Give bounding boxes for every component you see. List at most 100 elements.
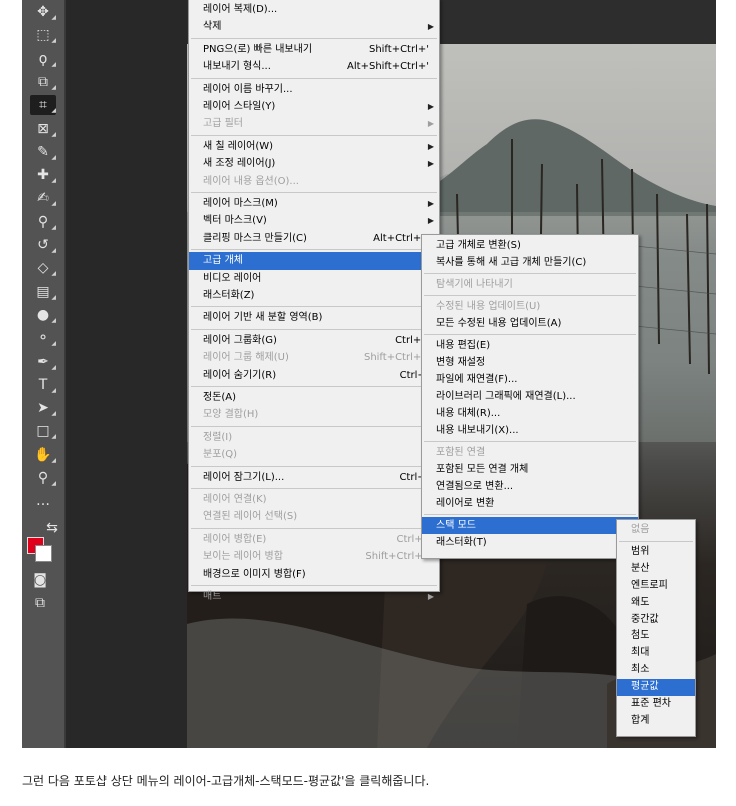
brush-icon[interactable]: ✍ ◢: [30, 188, 56, 208]
layer-menu-item-label: 레이어 내용 옵션(O)...: [203, 175, 299, 187]
layer-menu-item[interactable]: 레이어 기반 새 분할 영역(B): [189, 309, 439, 326]
stack-mode-menu-item[interactable]: 범위: [617, 544, 695, 561]
eraser-icon[interactable]: ◇ ◢: [30, 258, 56, 278]
hand-icon[interactable]: ✋ ◢: [30, 445, 56, 465]
object-select-icon[interactable]: ⧉ ◢: [30, 72, 56, 92]
move-icon[interactable]: ✥ ◢: [30, 2, 56, 22]
smart-object-menu-item[interactable]: 연결됨으로 변환...: [422, 478, 638, 495]
stack-mode-menu-item[interactable]: 중간값: [617, 612, 695, 629]
layer-menu-item[interactable]: 내보내기 형식... Alt+Shift+Ctrl+': [189, 58, 439, 75]
dodge-icon[interactable]: ⚬ ◢: [30, 328, 56, 348]
layer-menu-item[interactable]: 삭제 ▶: [189, 18, 439, 35]
type-icon[interactable]: T ◢: [30, 375, 56, 395]
smart-object-menu-item-label: 연결됨으로 변환...: [436, 481, 514, 492]
layer-menu-separator: [191, 328, 437, 330]
layer-menu-item-label: 모양 결합(H): [203, 409, 259, 421]
smart-object-menu-item[interactable]: 포함된 모든 연결 개체: [422, 461, 638, 478]
tool-group-corner-icon: ◢: [51, 363, 56, 371]
layer-menu-item[interactable]: 레이어 숨기기(R) Ctrl+,: [189, 367, 439, 384]
layer-menu-item[interactable]: 레이어 복제(D)...: [189, 1, 439, 18]
stack-mode-menu-item[interactable]: 평균값: [617, 679, 695, 696]
layer-menu-item[interactable]: 레이어 잠그기(L)... Ctrl+/: [189, 469, 439, 486]
blur-icon-glyph: ●: [36, 306, 50, 323]
layer-menu-item[interactable]: 레이어 그룹화(G) Ctrl+G: [189, 332, 439, 349]
layer-menu-separator: [191, 306, 437, 308]
stack-mode-menu-item-label: 왜도: [631, 596, 650, 608]
layer-menu-item-label: 연결된 레이어 선택(S): [203, 511, 298, 523]
layer-menu-item[interactable]: 비디오 레이어▶: [189, 270, 439, 287]
history-brush-icon[interactable]: ↺ ◢: [30, 235, 56, 255]
smart-object-menu-item[interactable]: 레이어로 변환: [422, 495, 638, 512]
stack-mode-menu-item[interactable]: 합계: [617, 713, 695, 730]
clone-stamp-icon[interactable]: ⚲ ◢: [30, 212, 56, 232]
blur-icon[interactable]: ● ◢: [30, 305, 56, 325]
layer-menu-item[interactable]: 벡터 마스크(V) ▶: [189, 212, 439, 229]
tool-group-corner-icon: ◢: [51, 153, 56, 161]
stack-mode-menu-item[interactable]: 표준 편차: [617, 696, 695, 713]
layer-menu-separator: [191, 465, 437, 467]
marquee-icon[interactable]: ⬚ ◢: [30, 25, 56, 45]
pen-icon[interactable]: ✒ ◢: [30, 352, 56, 372]
stack-mode-menu-item[interactable]: 엔트로피: [617, 578, 695, 595]
rectangle-icon[interactable]: □ ◢: [30, 421, 56, 441]
stack-mode-menu-separator: [619, 540, 693, 542]
layer-menu-item[interactable]: 레이어 마스크(M) ▶: [189, 195, 439, 212]
layer-menu-item-label: 레이어 그룹 해제(U): [203, 352, 289, 364]
tool-group-corner-icon: ◢: [51, 247, 56, 254]
layer-menu-separator: [191, 37, 437, 39]
smart-object-menu-item[interactable]: 복사를 통해 새 고급 개체 만들기(C): [422, 254, 638, 271]
layer-menu-item[interactable]: 고급 개체▶: [189, 252, 439, 270]
smart-object-menu-item[interactable]: 내용 대체(R)...: [422, 405, 638, 422]
tool-group-corner-icon: ◢: [51, 433, 56, 441]
zoom-icon[interactable]: ⚲ ◢: [30, 468, 56, 488]
path-select-icon[interactable]: ➤ ◢: [30, 398, 56, 418]
background-color-swatch[interactable]: [35, 545, 52, 562]
layer-menu-item[interactable]: 정돈(A)▶: [189, 389, 439, 406]
stack-mode-menu-item[interactable]: 분산: [617, 561, 695, 578]
swap-colors-icon[interactable]: ⇆: [42, 518, 62, 538]
layer-menu-separator: [191, 527, 437, 529]
eyedropper-icon[interactable]: ✎ ◢: [30, 142, 56, 162]
layer-menu-item[interactable]: 래스터화(Z)▶: [189, 287, 439, 304]
smart-object-menu-item[interactable]: 스택 모드▶: [422, 517, 638, 534]
layer-menu-item[interactable]: 새 조정 레이어(J) ▶: [189, 155, 439, 172]
stack-mode-menu-item[interactable]: 최대: [617, 645, 695, 662]
healing-brush-icon[interactable]: ✚ ◢: [30, 165, 56, 185]
smart-object-menu-item[interactable]: 라이브러리 그래픽에 재연결(L)...: [422, 388, 638, 405]
layer-menu-item[interactable]: 레이어 이름 바꾸기...: [189, 81, 439, 98]
tool-group-corner-icon: ◢: [51, 60, 56, 68]
stack-mode-menu-item[interactable]: 첨도: [617, 628, 695, 645]
stack-mode-menu-item[interactable]: 왜도: [617, 595, 695, 612]
more-tools-icon-glyph: …: [36, 493, 50, 510]
gradient-icon[interactable]: ▤ ◢: [30, 282, 56, 302]
layer-menu-item-label: 분포(Q): [203, 449, 238, 461]
layer-menu-separator: [191, 585, 437, 586]
layer-menu-separator: [191, 134, 437, 136]
frame-icon[interactable]: ⊠ ◢: [30, 119, 56, 139]
tool-group-corner-icon: ◢: [51, 223, 56, 231]
rectangle-icon-glyph: □: [36, 423, 50, 440]
object-select-icon-glyph: ⧉: [38, 73, 48, 90]
crop-icon[interactable]: ⌗ ◢: [30, 95, 56, 116]
stack-mode-menu-item[interactable]: 최소: [617, 662, 695, 679]
stack-mode-menu-item-label: 평균값: [631, 681, 659, 693]
lasso-icon-glyph: ϙ: [38, 50, 48, 67]
layer-menu-item[interactable]: PNG으(로) 빠른 내보내기 Shift+Ctrl+': [189, 41, 439, 58]
smart-object-menu-item[interactable]: 내용 내보내기(X)...: [422, 422, 638, 439]
smart-object-menu-item[interactable]: 래스터화(T): [422, 534, 638, 551]
smart-object-menu-item[interactable]: 내용 편집(E): [422, 337, 638, 354]
layer-menu-separator: [191, 249, 437, 251]
screen-mode-icon[interactable]: ⧉: [30, 593, 50, 613]
lasso-icon[interactable]: ϙ ◢: [30, 49, 56, 69]
smart-object-menu-item-label: 포함된 연결: [436, 447, 486, 458]
smart-object-menu-item[interactable]: 모든 수정된 내용 업데이트(A): [422, 315, 638, 332]
smart-object-menu-item[interactable]: 파일에 재연결(F)...: [422, 371, 638, 388]
more-tools-icon[interactable]: …: [30, 491, 56, 511]
layer-menu-item[interactable]: 클리핑 마스크 만들기(C) Alt+Ctrl+G: [189, 230, 439, 247]
quick-mask-icon[interactable]: ◙: [30, 570, 50, 590]
layer-menu-item[interactable]: 새 칠 레이어(W) ▶: [189, 138, 439, 155]
smart-object-menu-item[interactable]: 고급 개체로 변환(S): [422, 237, 638, 254]
layer-menu-item[interactable]: 레이어 스타일(Y) ▶: [189, 98, 439, 115]
layer-menu-item[interactable]: 배경으로 이미지 병합(F): [189, 566, 439, 583]
smart-object-menu-item[interactable]: 변형 재설정: [422, 354, 638, 371]
